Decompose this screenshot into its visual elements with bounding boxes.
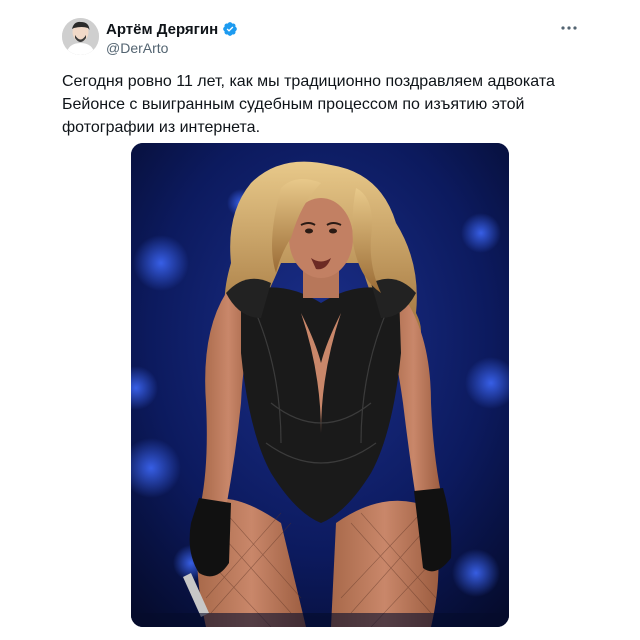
tweet-photo[interactable] [131, 143, 509, 627]
tweet-text: Сегодня ровно 11 лет, как мы традиционно… [62, 73, 555, 136]
more-options-button[interactable] [557, 18, 581, 38]
author-handle[interactable]: @DerArto [106, 40, 238, 56]
author-display-name[interactable]: Артём Дерягин [106, 21, 218, 38]
more-horizontal-icon [561, 26, 577, 30]
performer-photo-image [131, 143, 509, 627]
author-name-row: Артём Дерягин [106, 19, 238, 39]
author-avatar[interactable] [62, 18, 99, 55]
tweet-card: Артём Дерягин @DerArto Сегодня ровно 11 … [0, 0, 640, 640]
person-avatar-icon [62, 18, 99, 55]
verified-badge-icon [223, 22, 238, 36]
author-block: Артём Дерягин @DerArto [106, 19, 238, 56]
